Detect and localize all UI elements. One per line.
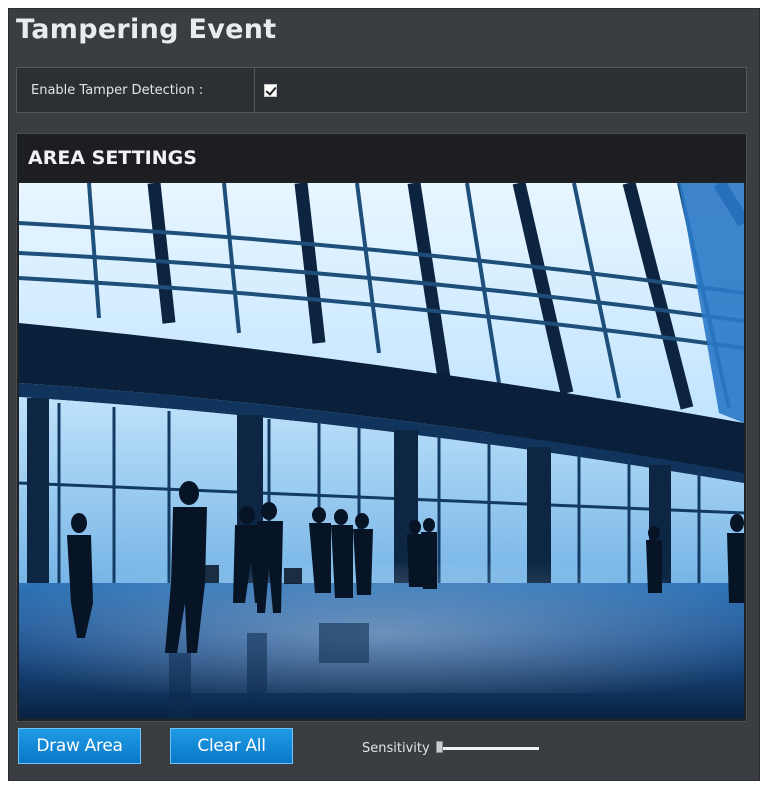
enable-tamper-checkbox[interactable] <box>264 83 277 97</box>
sensitivity-slider[interactable] <box>435 741 539 753</box>
enable-tamper-row: Enable Tamper Detection : <box>16 67 747 113</box>
draw-area-button[interactable]: Draw Area <box>18 728 141 764</box>
sensitivity-label: Sensitivity <box>362 741 430 756</box>
area-settings-panel: AREA SETTINGS <box>16 133 747 722</box>
sensitivity-slider-handle[interactable] <box>435 741 443 753</box>
area-settings-header: AREA SETTINGS <box>17 134 746 181</box>
camera-preview[interactable] <box>19 183 744 719</box>
sensitivity-control: Sensitivity <box>362 741 539 756</box>
enable-tamper-label: Enable Tamper Detection : <box>17 68 255 112</box>
clear-all-button[interactable]: Clear All <box>170 728 293 764</box>
camera-preview-image <box>19 183 744 719</box>
page-title: Tampering Event <box>16 14 277 45</box>
